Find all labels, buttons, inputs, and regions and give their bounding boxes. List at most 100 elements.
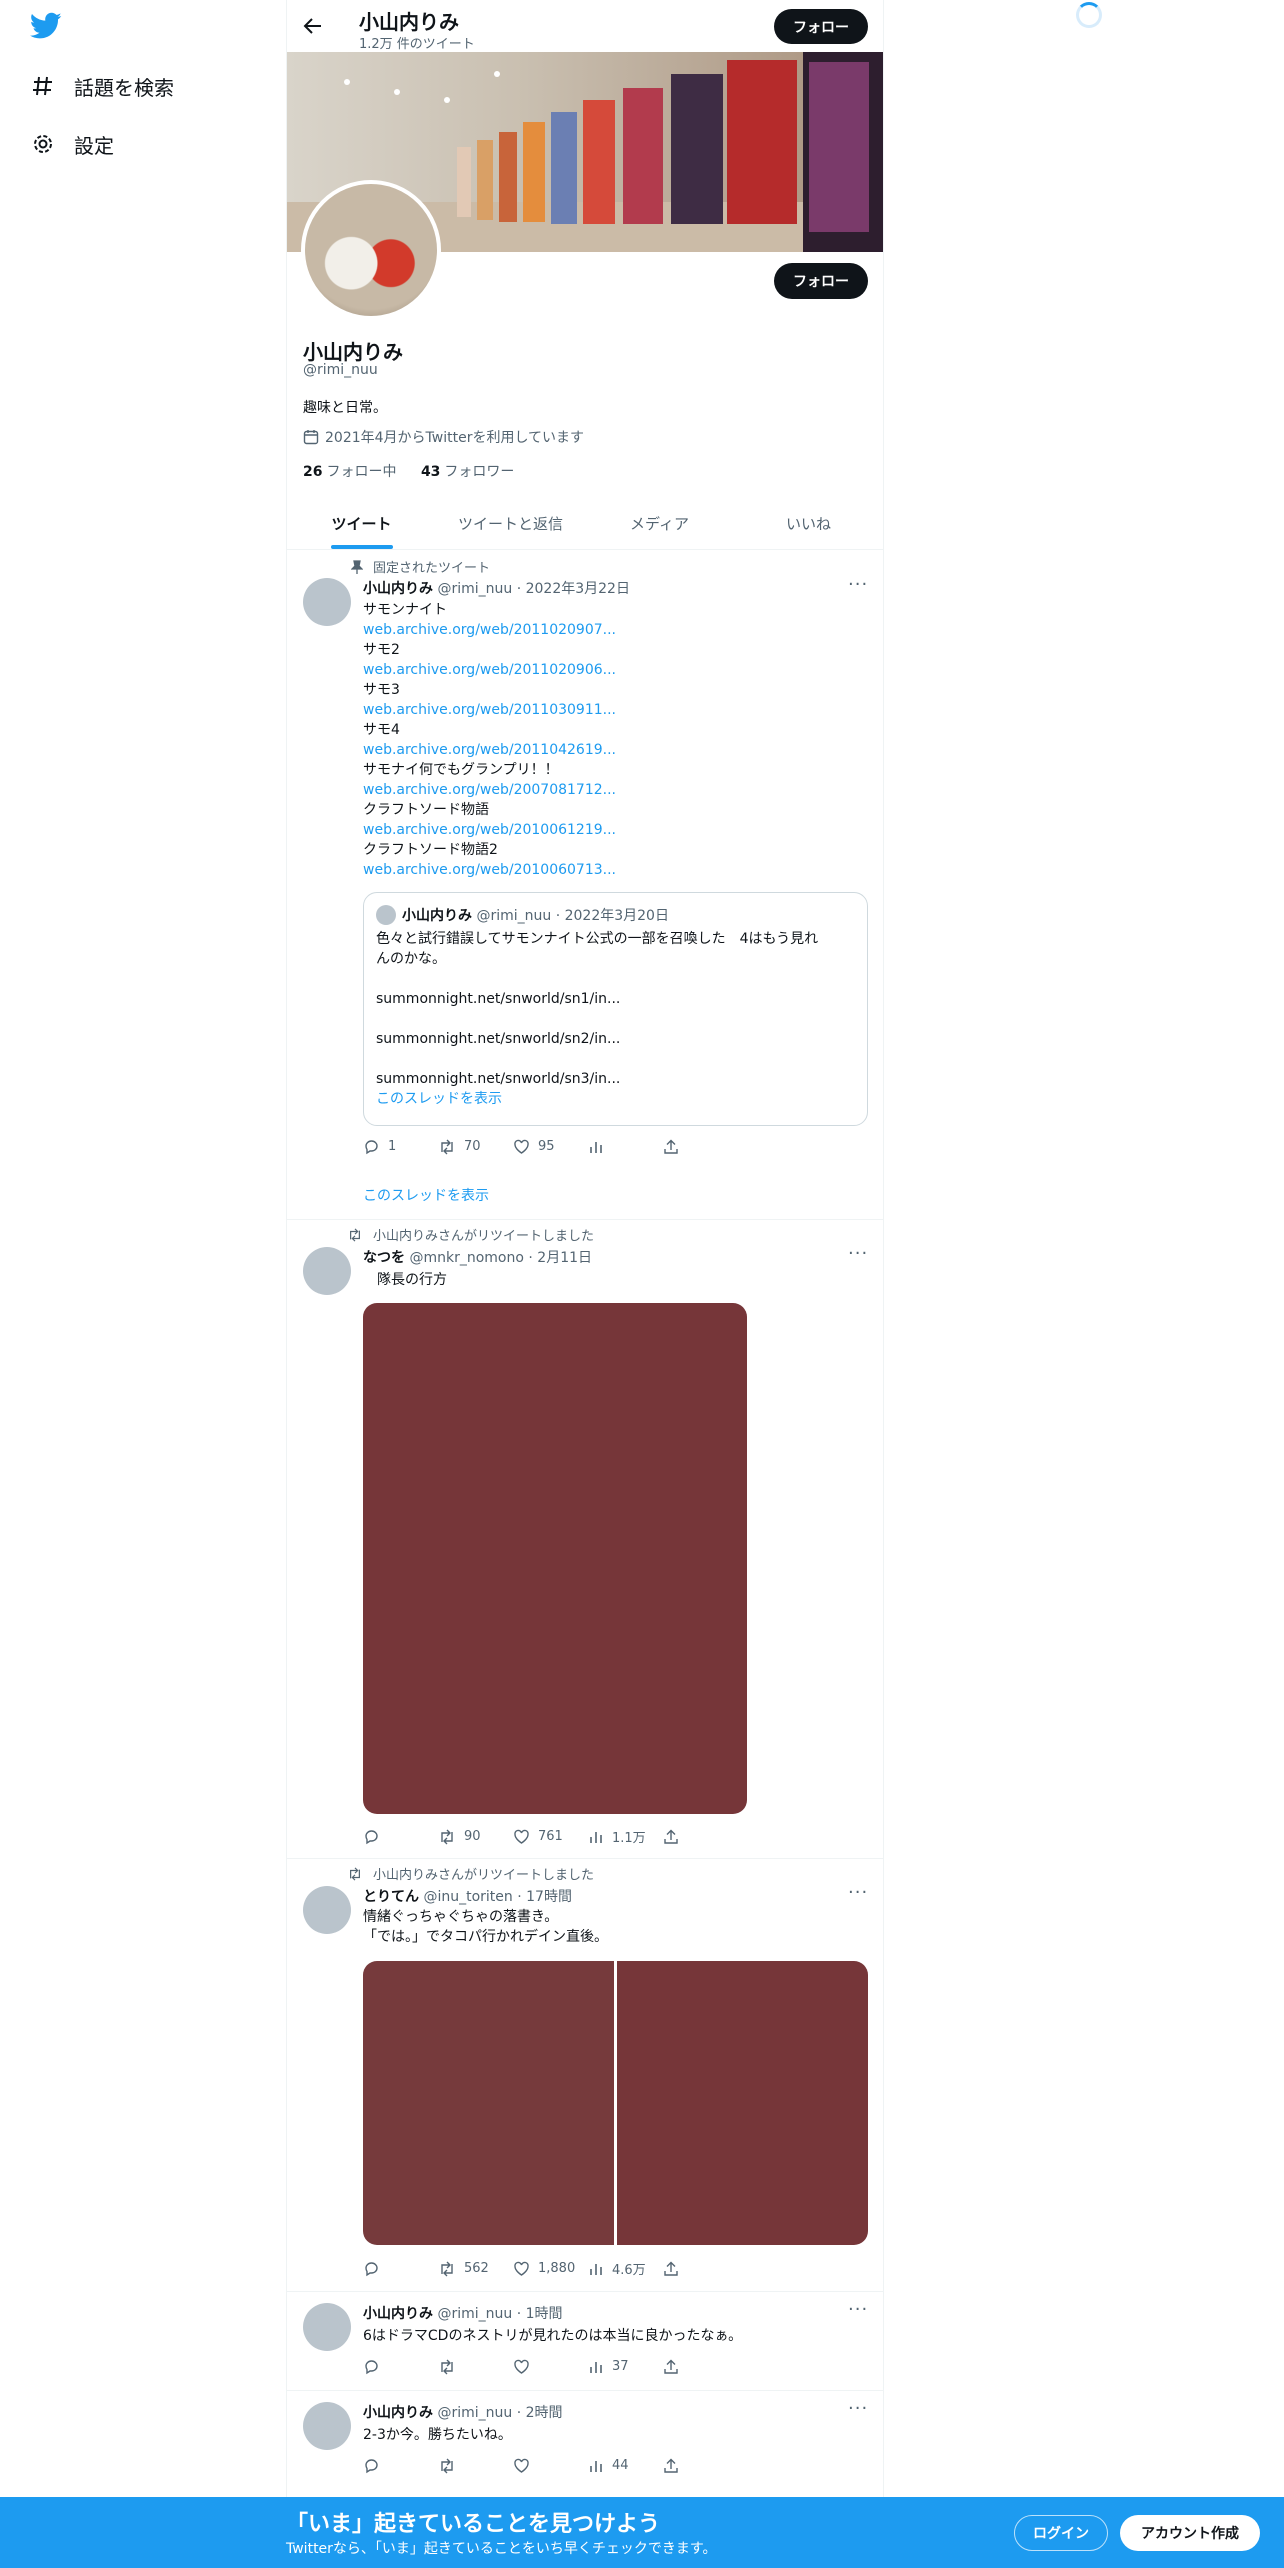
reply-button[interactable]: [363, 2457, 438, 2474]
tweet-author-name[interactable]: とりてん: [363, 1889, 419, 1905]
tweet-author-handle[interactable]: @rimi_nuu: [437, 2405, 512, 2421]
tweet-author-name[interactable]: なつを: [363, 1250, 405, 1266]
page-root: 話題を検索 設定 小山内りみ 1.2万 件のツイート フォロー フォロー 小山内…: [0, 0, 1284, 2568]
tweet-link[interactable]: web.archive.org/web/2010061219...: [363, 820, 863, 840]
divider: [287, 1858, 883, 1859]
avatar[interactable]: [303, 2402, 351, 2450]
tweet-header: とりてん @inu_toriten · 17時間: [363, 1889, 572, 1905]
signup-banner: 「いま」起きていることを見つけよう Twitterなら、「いま」起きていることを…: [0, 2497, 1284, 2568]
reply-button[interactable]: [363, 1828, 438, 1845]
analytics-icon: [590, 2361, 602, 2373]
tweet-link[interactable]: web.archive.org/web/2011042619...: [363, 740, 863, 760]
share-button[interactable]: [663, 1829, 738, 1845]
quoted-tweet[interactable]: 小山内りみ @rimi_nuu · 2022年3月20日 色々と試行錯誤してサモ…: [363, 892, 868, 1126]
share-button[interactable]: [663, 1139, 738, 1155]
share-button[interactable]: [663, 2359, 738, 2375]
tweet-link[interactable]: web.archive.org/web/2011020907...: [363, 620, 863, 640]
quoted-link: summonnight.net/snworld/sn3/in...: [376, 1071, 621, 1087]
login-button[interactable]: ログイン: [1014, 2515, 1108, 2551]
like-button[interactable]: [513, 2359, 588, 2375]
sidebar-item-settings[interactable]: 設定: [30, 124, 114, 164]
reply-icon: [365, 1140, 378, 1155]
like-button[interactable]: 95: [513, 1139, 588, 1155]
retweet-icon: [441, 2261, 453, 2276]
like-button[interactable]: [513, 2458, 588, 2474]
tab-media[interactable]: メディア: [585, 498, 734, 549]
signup-button[interactable]: アカウント作成: [1120, 2515, 1260, 2551]
sidebar-item-explore[interactable]: 話題を検索: [30, 66, 174, 106]
divider: [287, 2390, 883, 2391]
retweet-icon: [441, 2359, 453, 2374]
more-options-icon[interactable]: ···: [848, 2299, 868, 2320]
views-button[interactable]: 4.6万: [588, 2259, 663, 2278]
views-button[interactable]: 44: [588, 2458, 663, 2474]
tweet-author-handle[interactable]: @rimi_nuu: [437, 581, 512, 597]
tweet-link[interactable]: web.archive.org/web/2010060713...: [363, 860, 863, 880]
tweet-text-line: クラフトソード物語2: [363, 842, 498, 858]
share-button[interactable]: [663, 2261, 738, 2277]
views-button[interactable]: [588, 1139, 663, 1155]
avatar[interactable]: [303, 1886, 351, 1934]
retweet-button[interactable]: [438, 2359, 513, 2375]
more-options-icon[interactable]: ···: [848, 2398, 868, 2419]
retweet-button[interactable]: 90: [438, 1829, 513, 1845]
tweet-author-handle[interactable]: @mnkr_nomono: [409, 1250, 523, 1266]
view-count: 44: [612, 2458, 629, 2473]
following-link[interactable]: 26 フォロー中: [303, 464, 396, 480]
followers-label: フォロワー: [444, 464, 515, 480]
retweet-button[interactable]: 70: [438, 1139, 513, 1155]
tweet-date[interactable]: 2022年3月22日: [526, 581, 630, 597]
retweet-button[interactable]: [438, 2458, 513, 2474]
back-arrow-icon[interactable]: [299, 12, 327, 40]
tweet-media-image[interactable]: [363, 1961, 614, 2245]
tweet-author-handle[interactable]: @rimi_nuu: [437, 2306, 512, 2322]
avatar[interactable]: [303, 578, 351, 626]
tweet-link[interactable]: web.archive.org/web/2011030911...: [363, 700, 863, 720]
reply-button[interactable]: 1: [363, 1138, 438, 1155]
show-thread-link[interactable]: このスレッドを表示: [363, 1185, 489, 1205]
pin-icon: [333, 559, 363, 574]
tweet-link[interactable]: web.archive.org/web/2011020906...: [363, 660, 863, 680]
reply-button[interactable]: [363, 2260, 438, 2277]
share-button[interactable]: [663, 2458, 738, 2474]
tweet-media-image[interactable]: [617, 1961, 868, 2245]
profile-follow-button[interactable]: フォロー: [774, 263, 868, 299]
header-follow-button[interactable]: フォロー: [774, 9, 868, 44]
views-button[interactable]: 37: [588, 2359, 663, 2375]
quoted-show-thread-link[interactable]: このスレッドを表示: [376, 1089, 861, 1109]
followers-link[interactable]: 43 フォロワー: [421, 464, 514, 480]
tweet-text-line: クラフトソード物語: [363, 802, 489, 818]
more-options-icon[interactable]: ···: [848, 1243, 868, 1264]
avatar[interactable]: [303, 1247, 351, 1295]
tab-tweets-and-replies[interactable]: ツイートと返信: [436, 498, 585, 549]
tweet-actions: 1 70 95: [363, 1138, 738, 1155]
tweet-author-name[interactable]: 小山内りみ: [363, 2306, 433, 2322]
twitter-logo-icon[interactable]: [29, 12, 66, 44]
profile-name: 小山内りみ: [303, 340, 403, 364]
quoted-date: 2022年3月20日: [564, 908, 669, 924]
tweet-date[interactable]: 2月11日: [537, 1250, 592, 1266]
avatar[interactable]: [303, 2303, 351, 2351]
more-options-icon[interactable]: ···: [848, 1882, 868, 1903]
like-button[interactable]: 761: [513, 1829, 588, 1845]
tab-likes[interactable]: いいね: [734, 498, 883, 549]
tweet-date[interactable]: 17時間: [526, 1889, 572, 1905]
divider: [287, 1219, 883, 1220]
like-button[interactable]: 1,880: [513, 2261, 588, 2277]
more-options-icon[interactable]: ···: [848, 574, 868, 595]
tweet-author-name[interactable]: 小山内りみ: [363, 2405, 433, 2421]
tweet-date[interactable]: 1時間: [526, 2306, 563, 2322]
profile-avatar[interactable]: [301, 180, 441, 320]
tab-tweets[interactable]: ツイート: [287, 498, 436, 549]
retweet-count: 90: [464, 1829, 481, 1844]
tweet-date[interactable]: 2時間: [526, 2405, 563, 2421]
retweet-button[interactable]: 562: [438, 2261, 513, 2277]
tweet-author-name[interactable]: 小山内りみ: [363, 581, 433, 597]
tweet-media-image[interactable]: [363, 1303, 747, 1814]
tweet-author-handle[interactable]: @inu_toriten: [423, 1889, 512, 1905]
tweet-link[interactable]: web.archive.org/web/2007081712...: [363, 780, 863, 800]
tweet-body: 情緒ぐっちゃぐちゃの落書き。 「では。」でタコパ行かれデイン直後。: [363, 1907, 608, 1947]
views-button[interactable]: 1.1万: [588, 1827, 663, 1846]
reply-button[interactable]: [363, 2358, 438, 2375]
view-count: 4.6万: [612, 2263, 646, 2278]
